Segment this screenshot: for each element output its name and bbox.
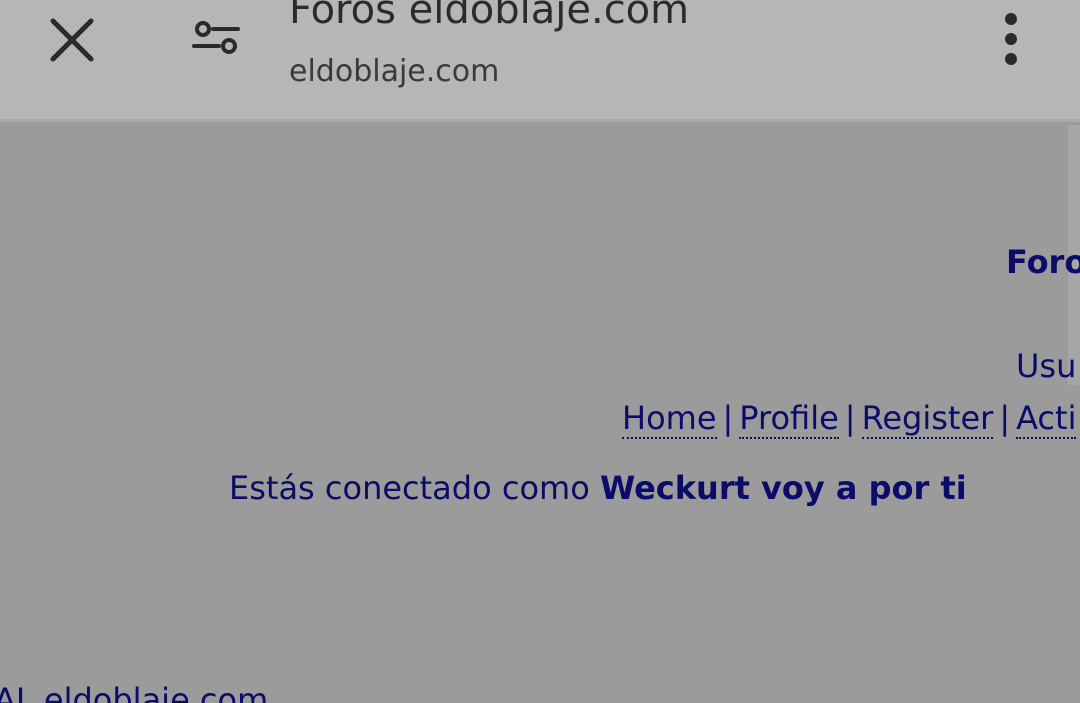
tune-icon[interactable] bbox=[188, 12, 244, 68]
nav-active-link[interactable]: Acti bbox=[1016, 399, 1077, 439]
browser-top-bar: Foros eldoblaje.com eldoblaje.com bbox=[0, 0, 1080, 122]
page-title: Foros eldoblaje.com bbox=[289, 0, 690, 33]
web-content: Foros Usu Home|Profile|Register|Acti Est… bbox=[0, 125, 1080, 703]
user-label: Usu bbox=[1016, 347, 1077, 385]
more-vert-icon[interactable] bbox=[990, 10, 1032, 68]
nav-links: Home | Profile | Register | Acti bbox=[622, 399, 1077, 439]
page-url: eldoblaje.com bbox=[289, 54, 500, 89]
close-icon[interactable] bbox=[44, 12, 100, 68]
nav-separator: | bbox=[999, 399, 1011, 437]
login-username: Weckurt voy a por ti bbox=[599, 469, 967, 507]
nav-separator: | bbox=[844, 399, 856, 437]
nav-separator: | bbox=[722, 399, 734, 437]
login-prefix: Estás conectado como bbox=[229, 469, 600, 507]
login-status: Estás conectado como Weckurt voy a por t… bbox=[229, 469, 967, 507]
footer-domain-link[interactable]: AL eldoblaje.com bbox=[0, 681, 268, 703]
nav-profile-link[interactable]: Profile bbox=[739, 399, 839, 439]
nav-register-link[interactable]: Register bbox=[861, 399, 994, 439]
site-title: Foros bbox=[1006, 243, 1080, 281]
nav-home-link[interactable]: Home bbox=[622, 399, 717, 439]
